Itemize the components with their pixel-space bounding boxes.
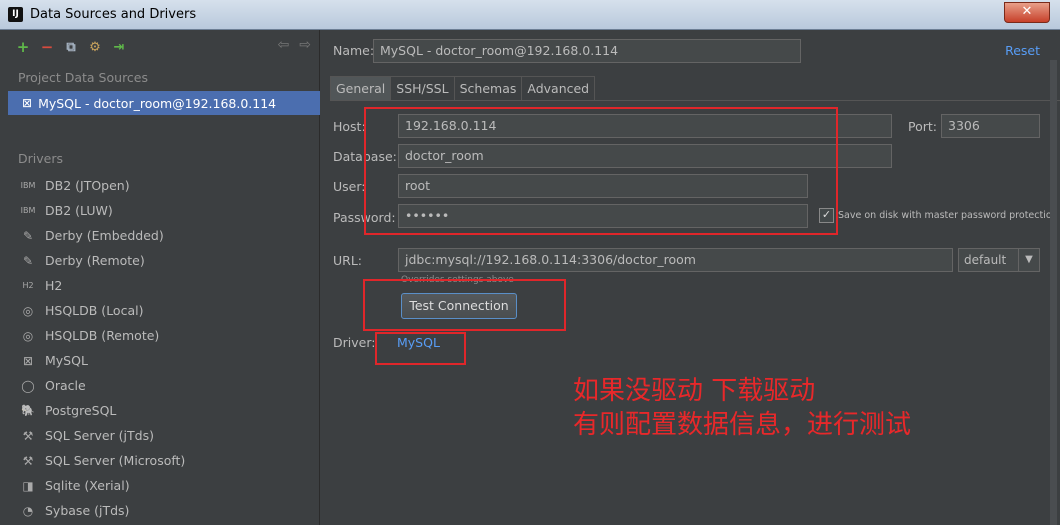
data-source-label: MySQL - doctor_room@192.168.0.114 (38, 95, 277, 111)
settings-icon[interactable]: ⚙ (86, 38, 104, 56)
driver-item[interactable]: ◨ Sqlite (Xerial) (18, 473, 185, 498)
url-mode-value: default (964, 253, 1007, 267)
tab-advanced[interactable]: Advanced (521, 76, 596, 101)
nav-arrows: ⇦ ⇨ (278, 37, 311, 53)
user-label: User: (333, 179, 366, 194)
driver-item[interactable]: IBM DB2 (LUW) (18, 198, 185, 223)
drivers-header: Drivers (18, 151, 63, 166)
annotation-text-line2: 有则配置数据信息，进行测试 (573, 410, 912, 440)
duplicate-icon[interactable]: ⧉ (62, 38, 80, 56)
toolbar: + − ⧉ ⚙ ⇥ (14, 37, 128, 57)
derby-icon: ✎ (22, 228, 34, 243)
oracle-icon: ◯ (21, 378, 35, 393)
driver-label: SQL Server (jTds) (45, 428, 154, 443)
hsqldb-icon: ◎ (22, 328, 34, 343)
save-password-label: Save on disk with master password protec… (838, 210, 1058, 221)
driver-label: Sybase (jTds) (45, 503, 130, 518)
h2-icon: H2 (22, 281, 34, 290)
chevron-down-icon[interactable]: ▼ (1018, 249, 1039, 271)
driver-item[interactable]: ⚒ SQL Server (jTds) (18, 423, 185, 448)
driver-item[interactable]: ✎ Derby (Embedded) (18, 223, 185, 248)
import-icon[interactable]: ⇥ (110, 38, 128, 56)
project-data-sources-header: Project Data Sources (18, 70, 149, 85)
data-source-item[interactable]: ⊠ MySQL - doctor_room@192.168.0.114 (8, 91, 320, 115)
driver-label: HSQLDB (Local) (45, 303, 144, 318)
sqlserver-icon: ⚒ (22, 453, 34, 468)
driver-label: DB2 (JTOpen) (45, 178, 130, 193)
drivers-list: IBM DB2 (JTOpen) IBM DB2 (LUW) ✎ Derby (Emb… (18, 173, 186, 523)
url-mode-select[interactable]: default ▼ (958, 248, 1040, 272)
window-titlebar: IJ Data Sources and Drivers ✕ (0, 0, 1060, 30)
port-field[interactable]: 3306 (941, 114, 1040, 138)
driver-label: Derby (Remote) (45, 253, 145, 268)
host-label: Host: (333, 119, 366, 134)
driver-label: Driver: (333, 335, 376, 350)
name-field[interactable]: MySQL - doctor_room@192.168.0.114 (373, 39, 801, 63)
mysql-icon: ⊠ (22, 96, 33, 110)
hsqldb-icon: ◎ (22, 303, 34, 318)
left-panel: + − ⧉ ⚙ ⇥ ⇦ ⇨ Project Data Sources ⊠ MyS… (0, 30, 320, 525)
driver-item[interactable]: ◔ Sybase (jTds) (18, 498, 185, 523)
url-label: URL: (333, 253, 363, 268)
driver-item[interactable]: H2 H2 (18, 273, 185, 298)
mysql-icon: ⊠ (22, 353, 34, 368)
driver-item[interactable]: IBM DB2 (JTOpen) (18, 173, 185, 198)
driver-item[interactable]: ◎ HSQLDB (Local) (18, 298, 185, 323)
back-arrow-icon[interactable]: ⇦ (278, 37, 290, 53)
tab-schemas[interactable]: Schemas (453, 76, 523, 101)
forward-arrow-icon[interactable]: ⇨ (299, 37, 311, 53)
sqlite-icon: ◨ (22, 478, 34, 493)
ibm-icon: IBM (20, 206, 36, 215)
driver-item[interactable]: ◯ Oracle (18, 373, 185, 398)
derby-icon: ✎ (22, 253, 34, 268)
right-panel: Name: MySQL - doctor_room@192.168.0.114 … (321, 30, 1060, 525)
tab-divider (330, 100, 1060, 101)
driver-item[interactable]: 🐘 PostgreSQL (18, 398, 185, 423)
driver-label: DB2 (LUW) (45, 203, 113, 218)
tab-ssh-ssl[interactable]: SSH/SSL (390, 76, 455, 101)
tab-bar: General SSH/SSL Schemas Advanced (330, 76, 596, 101)
intellij-icon: IJ (8, 7, 23, 22)
annotation-text-line1: 如果没驱动 下载驱动 (573, 376, 816, 406)
driver-item[interactable]: ⊠ MySQL (18, 348, 185, 373)
ibm-icon: IBM (20, 181, 36, 190)
close-button[interactable]: ✕ (1004, 2, 1050, 23)
driver-label: SQL Server (Microsoft) (45, 453, 186, 468)
remove-icon[interactable]: − (38, 38, 56, 56)
name-label: Name: (333, 43, 375, 58)
driver-label: PostgreSQL (45, 403, 117, 418)
driver-label: Sqlite (Xerial) (45, 478, 130, 493)
driver-item[interactable]: ⚒ SQL Server (Microsoft) (18, 448, 186, 473)
driver-label: Oracle (45, 378, 86, 393)
add-icon[interactable]: + (14, 38, 32, 56)
tab-general[interactable]: General (330, 76, 392, 101)
annotation-box-test (363, 279, 566, 331)
driver-label: H2 (45, 278, 63, 293)
driver-label: MySQL (45, 353, 88, 368)
driver-label: Derby (Embedded) (45, 228, 164, 243)
scrollbar[interactable] (1050, 60, 1057, 525)
annotation-box-driver (375, 332, 466, 365)
reset-link[interactable]: Reset (1005, 43, 1040, 58)
driver-item[interactable]: ◎ HSQLDB (Remote) (18, 323, 185, 348)
driver-item[interactable]: ✎ Derby (Remote) (18, 248, 185, 273)
annotation-box-credentials (364, 107, 838, 235)
sybase-icon: ◔ (22, 503, 34, 518)
url-field[interactable]: jdbc:mysql://192.168.0.114:3306/doctor_r… (398, 248, 953, 272)
window-title: Data Sources and Drivers (30, 7, 197, 22)
driver-label: HSQLDB (Remote) (45, 328, 160, 343)
sqlserver-icon: ⚒ (22, 428, 34, 443)
port-label: Port: (908, 119, 937, 134)
postgresql-icon: 🐘 (21, 404, 35, 417)
